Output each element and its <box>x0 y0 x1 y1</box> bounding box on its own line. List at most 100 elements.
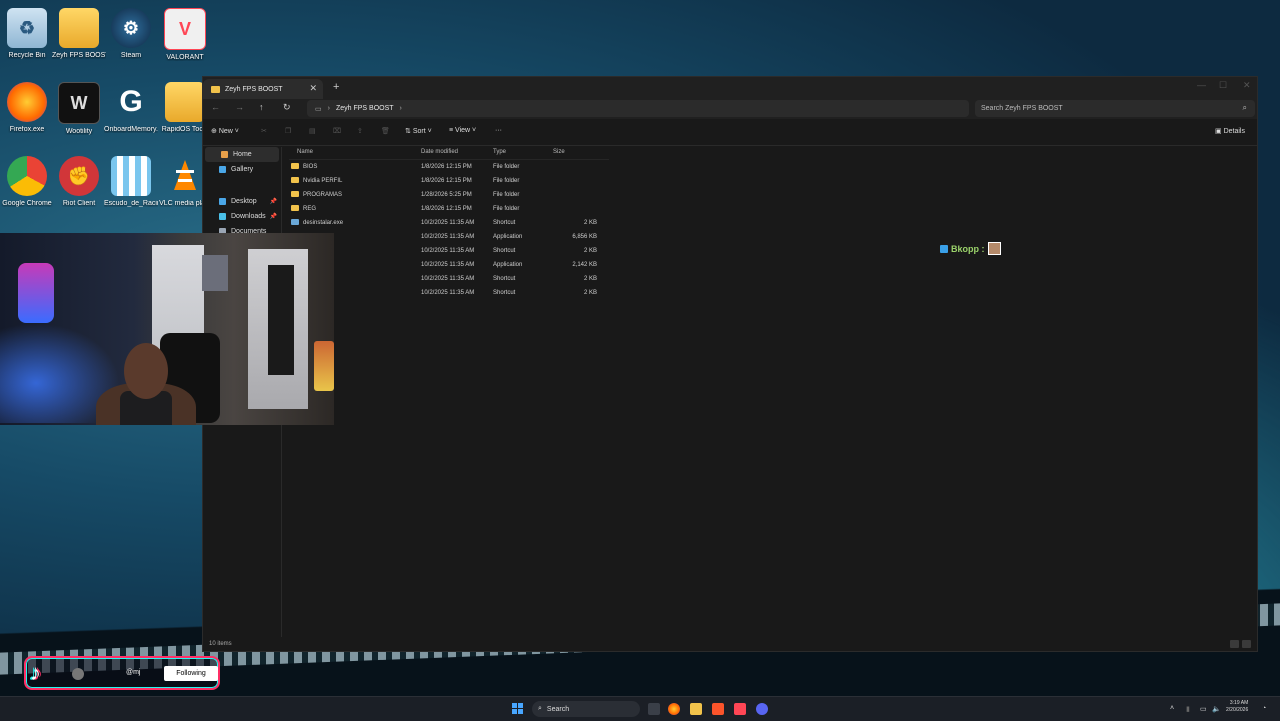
file-row[interactable]: ...rgia10/2/2025 11:35 AMShortcut2 KB <box>289 272 609 286</box>
file-row[interactable]: 10/2/2025 11:35 AM Application 2,142 KB <box>289 258 609 272</box>
delete-icon[interactable]: 🗑 <box>381 127 390 135</box>
more-options-button[interactable]: ··· <box>495 127 502 134</box>
back-icon[interactable]: ← <box>211 102 220 112</box>
clock[interactable]: 3:19 AM 2/20/2026 <box>1226 700 1248 714</box>
desktop-icon-riot-client[interactable]: ✊ Riot Client <box>52 156 106 207</box>
file-explorer-icon[interactable] <box>690 703 702 715</box>
desktop-icon-steam[interactable]: ⚙ Steam <box>104 8 158 59</box>
file-size: 2 KB <box>583 290 597 296</box>
file-row[interactable]: BIOS 1/8/2026 12:15 PM File folder <box>289 160 609 174</box>
desktop-icon-label: Zeyh FPS BOOST <box>52 52 106 59</box>
desktop-icon-valorant[interactable]: V VALORANT <box>158 8 212 61</box>
column-size[interactable]: Size <box>553 149 565 155</box>
file-row[interactable]: 10/2/2025 11:35 AM Shortcut 2 KB <box>289 286 609 300</box>
tiles-view-icon[interactable] <box>1242 640 1251 648</box>
chevron-right-icon: › <box>399 105 402 112</box>
share-icon[interactable]: ⇪ <box>357 127 363 135</box>
task-view-icon[interactable] <box>648 703 660 715</box>
desktop-icon <box>219 198 226 205</box>
tray-app-icon[interactable]: ▮ <box>1186 705 1190 713</box>
gallery-icon <box>219 166 226 173</box>
address-bar[interactable]: ▭ › Zeyh FPS BOOST › <box>307 100 969 117</box>
search-icon: ⌕ <box>538 705 542 712</box>
breadcrumb[interactable]: Zeyh FPS BOOST <box>336 105 394 112</box>
view-button[interactable]: ≡ View ˅ <box>449 127 476 134</box>
file-row[interactable]: REG 1/8/2026 12:15 PM File folder <box>289 202 609 216</box>
firefox-icon[interactable] <box>668 703 680 715</box>
maximize-icon[interactable]: ☐ <box>1219 80 1227 91</box>
folder-icon <box>59 8 99 48</box>
column-name[interactable]: Name <box>297 149 313 155</box>
tab-zeyh-fps-boost[interactable]: Zeyh FPS BOOST ✕ <box>203 79 323 99</box>
file-type: Application <box>493 262 523 268</box>
column-type[interactable]: Type <box>493 149 506 155</box>
file-row[interactable]: ...ual10/2/2025 11:35 AMShortcut2 KB <box>289 244 609 258</box>
desktop-icon-zeyh-fps-boost[interactable]: Zeyh FPS BOOST <box>52 8 106 59</box>
up-icon[interactable]: ↑ <box>259 102 264 112</box>
desktop-icon-onboard-memory[interactable]: G OnboardMemory... <box>104 82 158 133</box>
viewer-tag-overlay: Bkopp : <box>940 242 1001 255</box>
tab-title: Zeyh FPS BOOST <box>225 85 283 93</box>
file-row[interactable]: desinstalar.exe 10/2/2025 11:35 AM Shortcu… <box>289 216 609 230</box>
viewer-avatar <box>987 242 1001 255</box>
search-input[interactable]: Search Zeyh FPS BOOST ⌕ <box>975 100 1255 117</box>
sidebar-item-home[interactable]: Home <box>205 147 279 162</box>
file-row[interactable]: nsnt.exe10/2/2025 11:35 AMApplication6,8… <box>289 230 609 244</box>
rename-icon[interactable]: ⌧ <box>333 127 341 135</box>
clock-date: 2/20/2026 <box>1226 707 1249 713</box>
valorant-taskbar-icon[interactable] <box>734 703 746 715</box>
paste-icon[interactable]: ▤ <box>309 127 316 135</box>
desktop-icon-recycle-bin[interactable]: ♻ Recycle Bin <box>0 8 54 59</box>
sidebar-item-downloads[interactable]: Downloads 📌 <box>203 209 281 224</box>
tiktok-icon: ♪ <box>30 660 41 685</box>
taskbar-search[interactable]: ⌕ Search <box>532 701 640 717</box>
view-toggle <box>1230 640 1251 648</box>
details-button[interactable]: ▣ Details <box>1215 127 1245 135</box>
forward-icon[interactable]: → <box>235 102 244 112</box>
file-row[interactable]: Nvidia PERFIL 1/8/2026 12:15 PM File folde… <box>289 174 609 188</box>
valorant-icon: V <box>164 8 206 50</box>
file-date-modified: 10/2/2025 11:35 AM <box>421 290 475 296</box>
close-tab-icon[interactable]: ✕ <box>309 83 317 94</box>
notification-icon[interactable]: ◔ <box>1262 705 1266 712</box>
desktop-icon-wootility[interactable]: W Wootility <box>52 82 106 135</box>
sidebar-item-gallery[interactable]: Gallery <box>203 162 281 177</box>
close-window-icon[interactable]: ✕ <box>1243 80 1251 91</box>
column-date-modified[interactable]: Date modified <box>421 149 458 155</box>
wootility-icon: W <box>58 82 100 124</box>
minimize-icon[interactable]: — <box>1197 80 1206 90</box>
desktop-icon-label: Google Chrome <box>2 200 52 207</box>
start-button[interactable] <box>512 703 524 715</box>
home-icon <box>221 151 228 158</box>
discord-icon[interactable] <box>756 703 768 715</box>
file-row[interactable]: PROGRAMAS 1/28/2026 5:25 PM File folder <box>289 188 609 202</box>
sidebar-item-desktop[interactable]: Desktop 📌 <box>203 194 281 209</box>
file-type: Shortcut <box>493 248 516 254</box>
new-button[interactable]: ⊕ New ˅ <box>211 127 239 135</box>
brave-icon[interactable] <box>712 703 724 715</box>
desktop-icon-escudo-racing[interactable]: Escudo_de_Racin... <box>104 156 158 207</box>
folder-icon <box>211 85 220 93</box>
webcam-poster <box>202 255 228 291</box>
network-icon[interactable]: ▭ <box>1200 705 1207 713</box>
file-name: Nvidia PERFIL <box>303 178 343 184</box>
sort-button[interactable]: ⇅ Sort ˅ <box>405 127 432 135</box>
viewer-name: Bkopp : <box>951 243 985 254</box>
cut-icon[interactable]: ✂ <box>261 127 267 135</box>
copy-icon[interactable]: ❐ <box>285 127 291 135</box>
new-tab-icon[interactable]: + <box>333 81 339 93</box>
chevron-up-icon[interactable]: ˄ <box>1170 705 1174 712</box>
search-icon: ⌕ <box>1242 103 1247 112</box>
tiktok-handle: @mj <box>126 669 141 676</box>
folder-icon <box>291 205 299 211</box>
desktop-icon-label: Escudo_de_Racin... <box>104 200 158 207</box>
file-size: 2 KB <box>583 220 597 226</box>
file-name: REG <box>303 206 317 212</box>
refresh-icon[interactable]: ↻ <box>283 102 291 113</box>
desktop-icon-firefox[interactable]: Firefox.exe <box>0 82 54 133</box>
volume-icon[interactable]: 🔈 <box>1212 705 1221 713</box>
following-button[interactable]: Following <box>164 666 218 681</box>
details-view-icon[interactable] <box>1230 640 1239 648</box>
desktop-icon-google-chrome[interactable]: Google Chrome <box>0 156 54 207</box>
file-size: 2 KB <box>583 248 597 254</box>
